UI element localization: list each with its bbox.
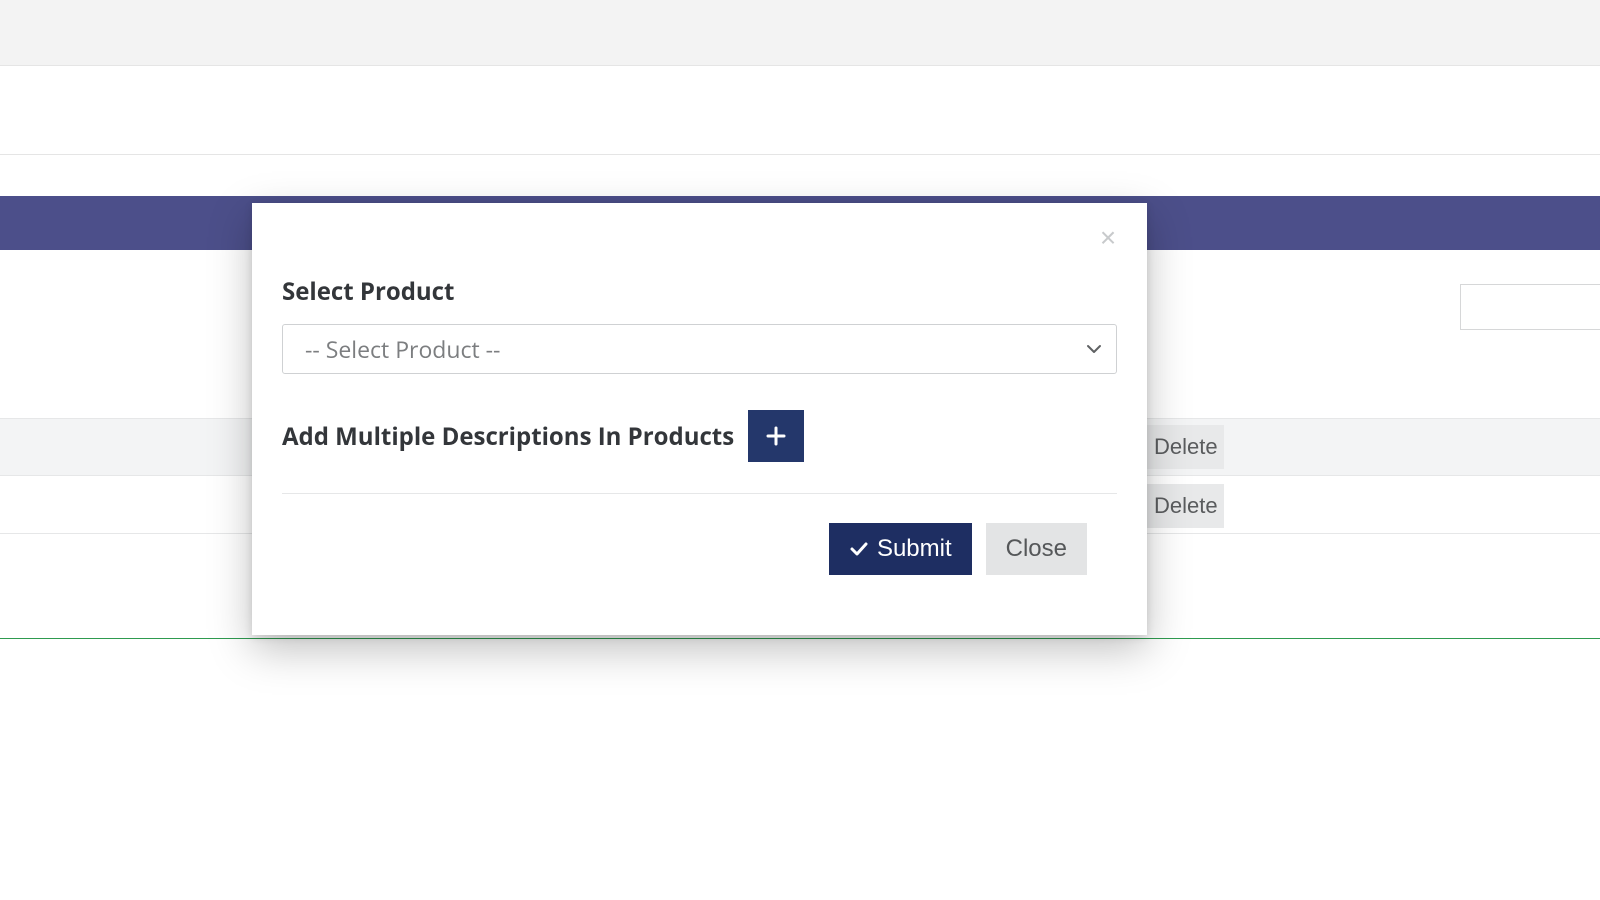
- close-button-label: Close: [1006, 535, 1067, 562]
- delete-button[interactable]: Delete: [1146, 484, 1224, 528]
- bg-search-input[interactable]: [1460, 284, 1600, 330]
- close-icon: ×: [1100, 224, 1116, 252]
- add-descriptions-label: Add Multiple Descriptions In Products: [282, 420, 734, 453]
- add-description-button[interactable]: [748, 410, 804, 462]
- submit-button-label: Submit: [877, 535, 952, 563]
- modal-close-button[interactable]: ×: [1093, 223, 1123, 253]
- close-button[interactable]: Close: [986, 523, 1087, 575]
- select-product-label: Select Product: [282, 275, 1117, 308]
- bg-top-band: [0, 65, 1600, 155]
- modal-footer-divider: [282, 493, 1117, 494]
- delete-button-label: Delete: [1154, 493, 1218, 519]
- modal-dialog: × Select Product -- Select Product -- Ad…: [252, 203, 1147, 635]
- select-product-value: -- Select Product --: [305, 325, 500, 373]
- delete-button[interactable]: Delete: [1146, 425, 1224, 469]
- modal-footer: Submit Close: [829, 523, 1087, 575]
- check-icon: [849, 539, 869, 559]
- submit-button[interactable]: Submit: [829, 523, 972, 575]
- select-product-dropdown[interactable]: -- Select Product --: [282, 324, 1117, 374]
- bg-below-area: [0, 640, 1600, 900]
- modal-body: Select Product -- Select Product -- Add …: [282, 275, 1117, 462]
- chevron-down-icon: [1086, 341, 1102, 357]
- add-descriptions-row: Add Multiple Descriptions In Products: [282, 410, 1117, 462]
- plus-icon: [766, 426, 786, 446]
- bg-divider-line: [0, 638, 1600, 639]
- delete-button-label: Delete: [1154, 434, 1218, 460]
